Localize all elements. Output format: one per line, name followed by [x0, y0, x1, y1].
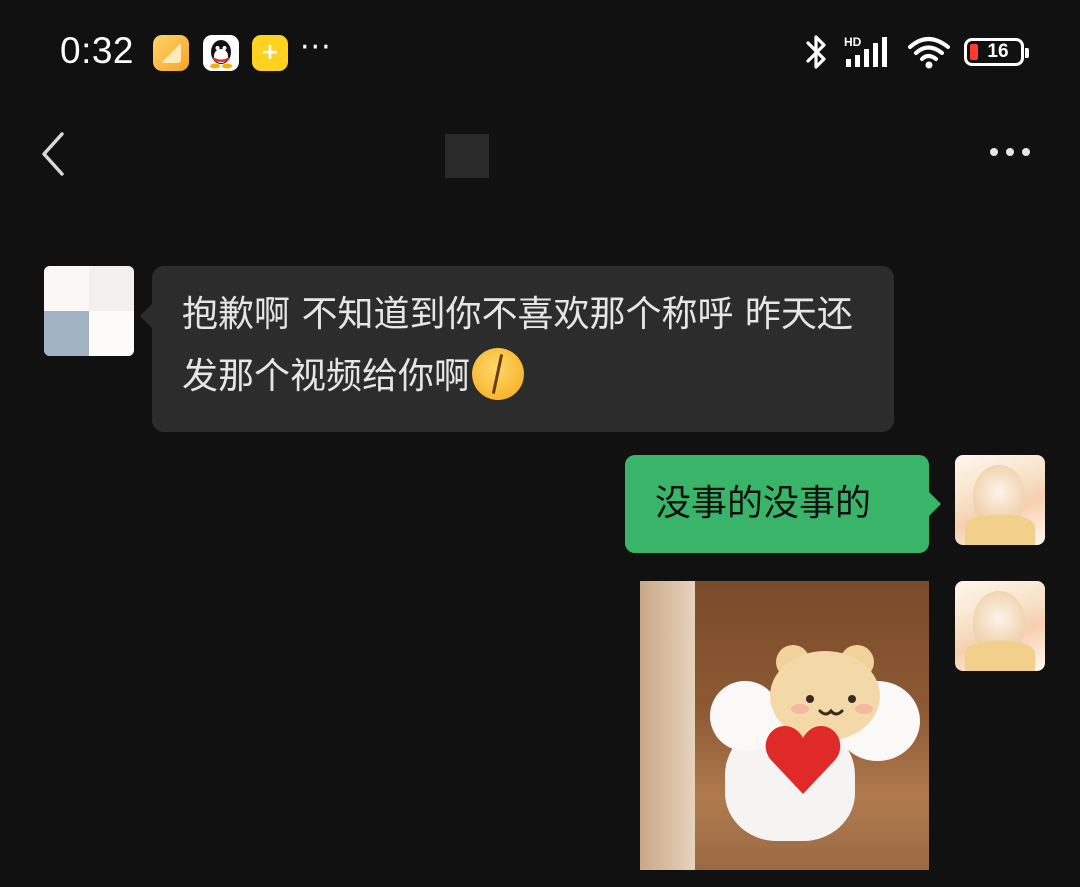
battery-percent: 16 — [987, 41, 1009, 62]
chevron-left-icon — [42, 132, 64, 176]
battery-level-fill — [970, 44, 978, 60]
back-button[interactable] — [30, 126, 80, 182]
qq-icon — [203, 35, 239, 71]
outgoing-message-bubble[interactable]: 没事的没事的 — [625, 455, 941, 553]
bear-face — [791, 695, 873, 716]
chat-header — [0, 106, 1080, 206]
contact-avatar[interactable] — [44, 266, 134, 356]
chat-title — [445, 134, 489, 178]
my-avatar[interactable] — [955, 581, 1045, 671]
sticker-message[interactable] — [640, 581, 929, 870]
more-notifications-icon: ··· — [300, 30, 332, 65]
wallet-icon — [252, 35, 288, 71]
notes-icon — [153, 35, 189, 71]
status-bar: 0:32 ··· HD — [0, 0, 1080, 106]
system-indicators: HD 16 — [800, 33, 1029, 71]
more-icon — [990, 148, 998, 156]
my-avatar[interactable] — [955, 455, 1045, 545]
bluetooth-icon — [806, 35, 826, 69]
chat-menu-button[interactable] — [980, 122, 1040, 182]
status-time: 0:32 — [60, 30, 135, 71]
network-hd-label: HD — [844, 35, 862, 49]
wifi-icon — [908, 37, 950, 69]
incoming-message-bubble[interactable]: 抱歉啊 不知道到你不喜欢那个称呼 昨天还发那个视频给你啊 — [140, 266, 894, 432]
zipper-mouth-emoji-icon — [472, 348, 525, 400]
message-text: 没事的没事的 — [655, 483, 872, 524]
battery-icon: 16 — [964, 38, 1029, 66]
cellular-signal-icon: HD — [844, 35, 887, 67]
